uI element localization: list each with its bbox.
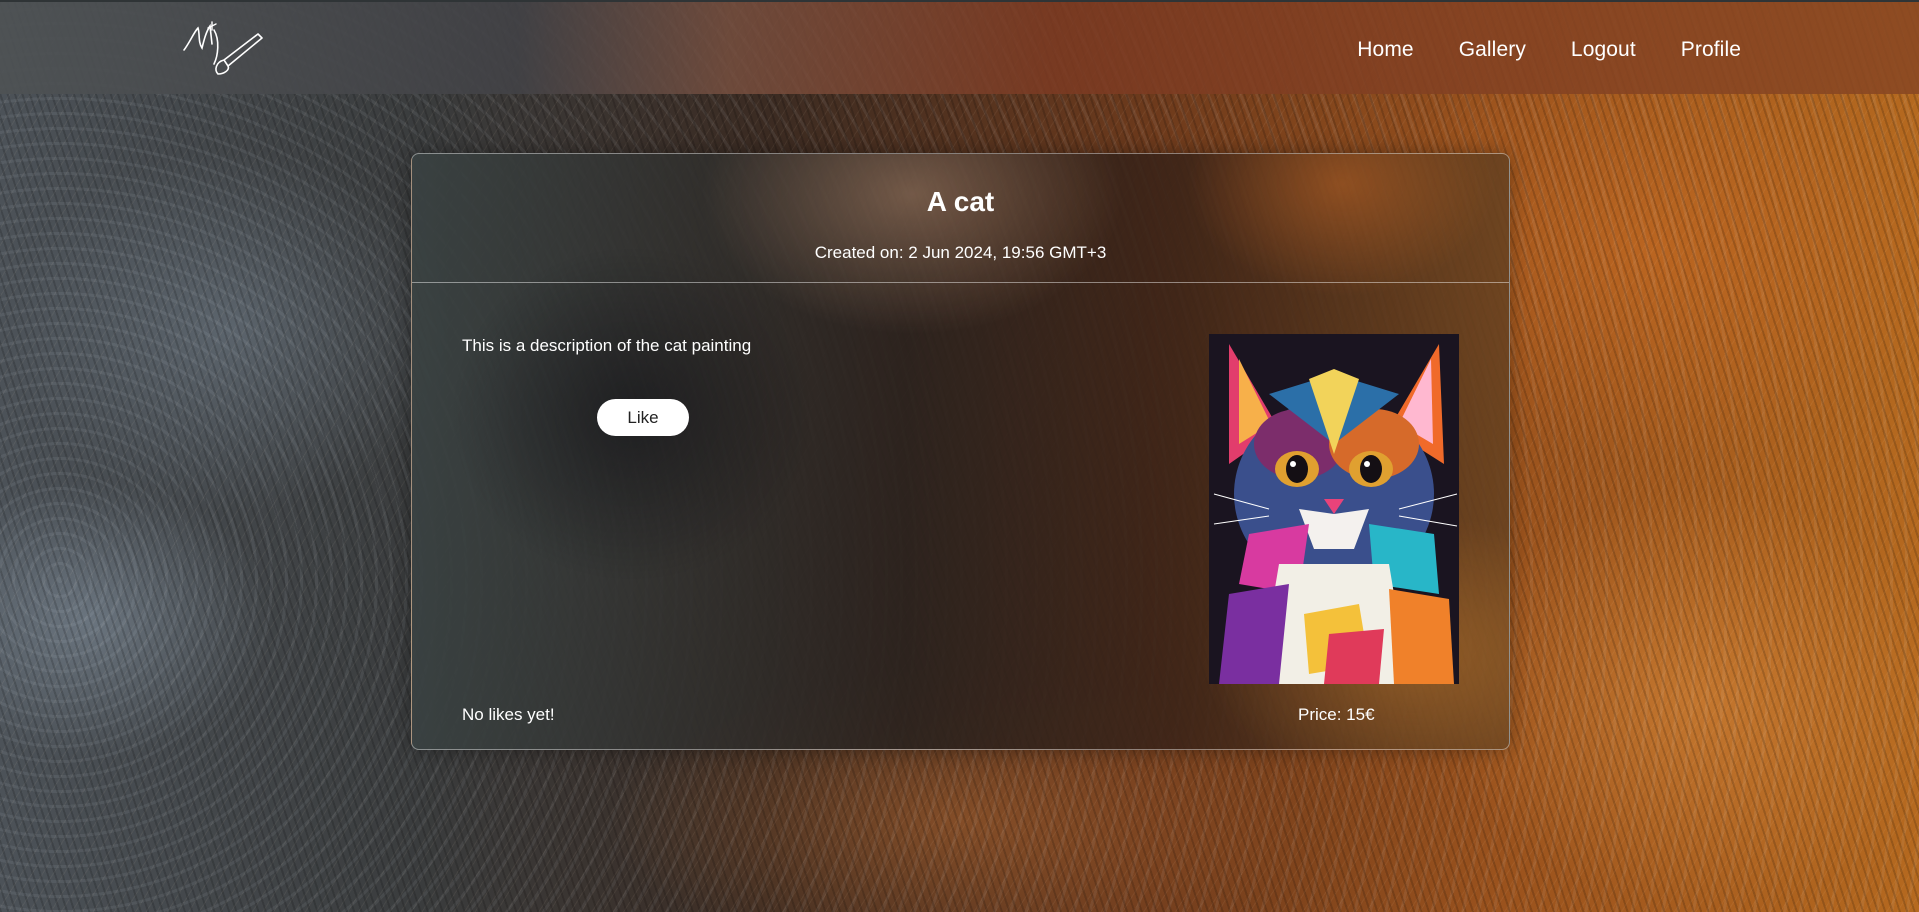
likes-count: No likes yet!: [462, 705, 555, 724]
created-date: Created on: 2 Jun 2024, 19:56 GMT+3: [814, 243, 1107, 262]
cat-painting-image[interactable]: [1209, 334, 1459, 684]
like-button[interactable]: Like: [597, 399, 689, 436]
nav-profile-link[interactable]: Profile: [1681, 38, 1741, 62]
artwork-header: A cat Created on: 2 Jun 2024, 19:56 GMT+…: [412, 154, 1509, 283]
artwork-card: A cat Created on: 2 Jun 2024, 19:56 GMT+…: [411, 153, 1510, 750]
artwork-title: A cat: [926, 186, 995, 217]
nav-gallery-link[interactable]: Gallery: [1459, 38, 1526, 62]
navbar: Home Gallery Logout Profile: [0, 0, 1919, 94]
artwork-price: Price: 15€: [1298, 705, 1375, 724]
artwork-description: This is a description of the cat paintin…: [462, 336, 752, 355]
main-nav: Home Gallery Logout Profile: [1357, 38, 1741, 62]
nav-logout-link[interactable]: Logout: [1571, 38, 1636, 62]
nav-home-link[interactable]: Home: [1357, 38, 1413, 62]
logo-icon[interactable]: [180, 20, 264, 76]
